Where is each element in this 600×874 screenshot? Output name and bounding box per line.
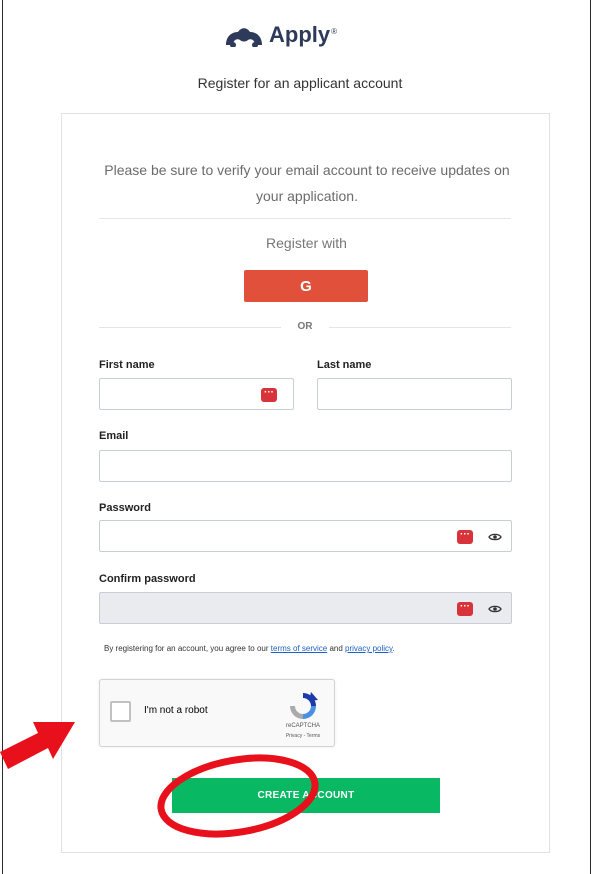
recaptcha-brand: reCAPTCHA (285, 723, 320, 729)
create-account-button[interactable]: CREATE ACCOUNT (172, 778, 440, 813)
or-line-right (329, 327, 511, 328)
password-manager-icon[interactable]: ··· (261, 388, 277, 402)
logo-text: Apply (269, 22, 331, 47)
divider (99, 218, 511, 219)
google-register-button[interactable]: G (244, 270, 368, 302)
terms-prefix: By registering for an account, you agree… (104, 644, 271, 653)
surveymonkey-logo-icon (222, 23, 266, 47)
register-with-label: Register with (266, 235, 347, 251)
confirm-password-label: Confirm password (99, 573, 196, 585)
terms-notice: By registering for an account, you agree… (104, 644, 395, 653)
terms-suffix: . (392, 644, 395, 653)
email-input[interactable] (99, 450, 512, 482)
page-subtitle: Register for an applicant account (197, 75, 403, 91)
email-label: Email (99, 430, 129, 442)
password-manager-icon[interactable]: ··· (457, 530, 473, 544)
recaptcha-icon (286, 690, 320, 727)
recaptcha-checkbox[interactable] (110, 701, 131, 722)
header: Apply ® Register for an applicant accoun… (0, 0, 600, 110)
terms-and: and (327, 644, 346, 653)
terms-of-service-link[interactable]: terms of service (271, 644, 327, 653)
privacy-policy-link[interactable]: privacy policy (345, 644, 392, 653)
eye-icon[interactable] (488, 602, 502, 616)
or-separator: OR (99, 321, 511, 335)
first-name-label: First name (99, 359, 155, 371)
confirm-password-input[interactable]: ··· (99, 592, 512, 624)
eye-icon[interactable] (488, 530, 502, 544)
recaptcha-links[interactable]: Privacy - Terms (275, 733, 331, 739)
password-manager-icon[interactable]: ··· (457, 602, 473, 616)
password-label: Password (99, 502, 151, 514)
first-name-input[interactable]: ··· (99, 378, 294, 410)
google-icon: G (300, 277, 312, 295)
last-name-label: Last name (317, 359, 372, 371)
logo-trademark: ® (331, 26, 338, 36)
last-name-input[interactable] (317, 378, 512, 410)
recaptcha-label: I'm not a robot (144, 705, 208, 716)
logo: Apply ® (222, 22, 337, 48)
register-card: Please be sure to verify your email acco… (61, 113, 550, 853)
verify-email-notice: Please be sure to verify your email acco… (104, 162, 510, 204)
recaptcha-widget: I'm not a robot reCAPTCHA Privacy - Term… (99, 679, 335, 747)
password-input[interactable]: ··· (99, 520, 512, 552)
